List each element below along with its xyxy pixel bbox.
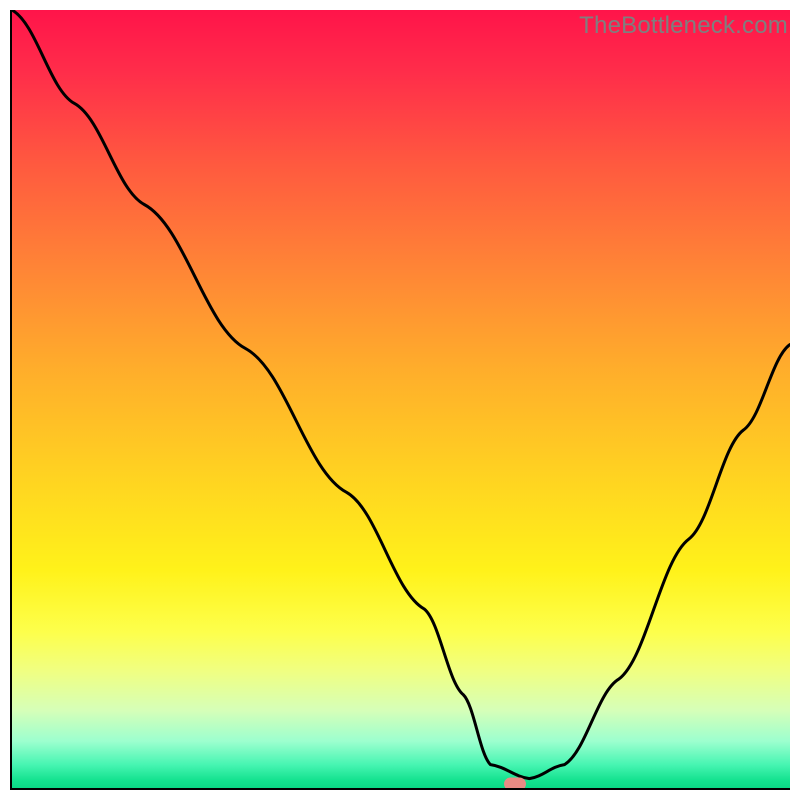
optimal-marker [504,777,526,790]
chart-line-svg [12,10,790,788]
bottleneck-curve-path [12,10,790,779]
watermark-text: TheBottleneck.com [579,12,788,40]
chart-container: TheBottleneck.com [0,0,800,800]
chart-plot-area [10,10,790,790]
